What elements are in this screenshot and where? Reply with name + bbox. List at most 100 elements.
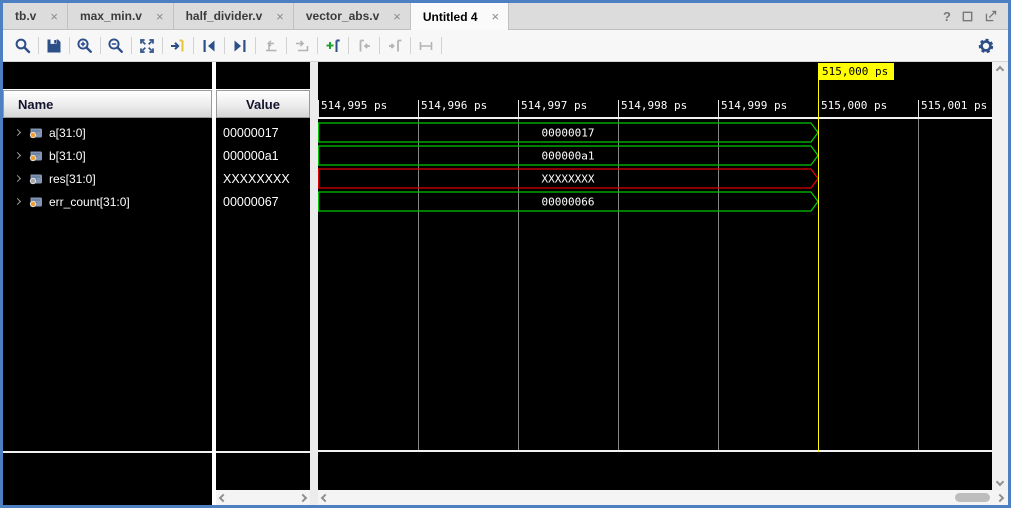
waveform-window: tb.v×max_min.v×half_divider.v×vector_abs… (0, 0, 1011, 508)
window-controls: ? (943, 3, 1008, 29)
zoom-in-icon[interactable] (73, 34, 97, 58)
previous-marker-icon (352, 34, 376, 58)
float-button[interactable] (984, 9, 998, 23)
signal-row-a-31-0[interactable]: a[31:0] (3, 121, 212, 144)
toolbar-separator (131, 37, 132, 54)
axis-tick-mark (518, 100, 519, 117)
tab-untitled-4[interactable]: Untitled 4× (411, 3, 509, 30)
toolbar-separator (379, 37, 380, 54)
bus-signal-icon (29, 127, 43, 139)
bus-value-label: 00000017 (542, 127, 595, 140)
value-panel-body: 00000017000000a1XXXXXXXX00000067 (216, 118, 310, 505)
axis-tick-label: 514,997 ps (521, 99, 587, 112)
toolbar-separator (100, 37, 101, 54)
bus-value-label: XXXXXXXX (542, 173, 595, 186)
signal-row-err-count-31-0[interactable]: err_count[31:0] (3, 190, 212, 213)
wave-hscroll-thumb[interactable] (955, 493, 990, 502)
axis-tick-mark (718, 100, 719, 117)
value-panel-bottom-line (216, 451, 310, 453)
wave-hscrollbar[interactable] (318, 490, 992, 505)
toolbar-separator (193, 37, 194, 54)
tab-bar: tb.v×max_min.v×half_divider.v×vector_abs… (3, 3, 1008, 30)
previous-transition-icon[interactable] (197, 34, 221, 58)
vscroll-down-arrow[interactable] (992, 474, 1008, 490)
bus-signal-icon (29, 173, 43, 185)
next-transition-icon[interactable] (228, 34, 252, 58)
next-marker-icon (383, 34, 407, 58)
wave-area[interactable]: 515,000 ps 514,995 ps514,996 ps514,997 p… (318, 62, 992, 505)
toolbar-separator (162, 37, 163, 54)
tab-tb-v[interactable]: tb.v× (3, 3, 68, 29)
axis-tick-mark (918, 100, 919, 117)
bus-signal-icon (29, 196, 43, 208)
wave-plot[interactable]: 00000017000000a1XXXXXXXX00000066 (318, 119, 992, 450)
tab-label: max_min.v (80, 9, 142, 23)
tab-close-icon[interactable]: × (393, 10, 401, 23)
signal-name-label: b[31:0] (49, 149, 86, 163)
tab-close-icon[interactable]: × (50, 10, 58, 23)
panel-splitter[interactable] (310, 62, 318, 505)
main-content: Name a[31:0] b[31:0] res[31:0] err_count[31… (3, 62, 1008, 505)
signal-row-b-31-0[interactable]: b[31:0] (3, 144, 212, 167)
help-button[interactable]: ? (943, 9, 951, 24)
toolbar-separator (441, 37, 442, 54)
expand-chevron-icon[interactable] (14, 152, 21, 159)
search-icon[interactable] (11, 34, 35, 58)
value-panel-top-strip (216, 62, 310, 89)
axis-tick-mark (318, 100, 319, 117)
expand-chevron-icon[interactable] (14, 129, 21, 136)
axis-tick-mark (618, 100, 619, 117)
tab-close-icon[interactable]: × (156, 10, 164, 23)
tab-max-min-v[interactable]: max_min.v × (68, 3, 174, 29)
value-column-header[interactable]: Value (216, 90, 310, 118)
vertical-scrollbar[interactable] (992, 62, 1008, 505)
tab-half-divider-v[interactable]: half_divider.v × (174, 3, 294, 29)
wave-cursor-line[interactable] (818, 80, 819, 452)
floating-ruler-icon (414, 34, 438, 58)
value-hscrollbar[interactable] (216, 490, 310, 505)
expand-chevron-icon[interactable] (14, 175, 21, 182)
signal-value-cell[interactable]: 00000017 (216, 121, 310, 144)
tab-close-icon[interactable]: × (492, 10, 500, 23)
axis-tick-mark (418, 100, 419, 117)
maximize-button[interactable] (961, 10, 974, 23)
signal-value-cell[interactable]: 000000a1 (216, 144, 310, 167)
signal-name-label: err_count[31:0] (49, 195, 130, 209)
cursor-time-badge[interactable]: 515,000 ps (818, 63, 894, 80)
snap-to-transition-icon (290, 34, 314, 58)
swap-cursors-icon (259, 34, 283, 58)
vscroll-up-arrow[interactable] (992, 62, 1008, 78)
tabs: tb.v×max_min.v×half_divider.v×vector_abs… (3, 3, 509, 29)
value-hscroll-right-arrow[interactable] (299, 493, 307, 501)
name-panel-bottom-line (3, 451, 212, 453)
tab-label: vector_abs.v (306, 9, 379, 23)
signal-value-cell[interactable]: 00000067 (216, 190, 310, 213)
vscroll-track[interactable] (992, 78, 1008, 474)
save-waveform-icon[interactable] (42, 34, 66, 58)
toolbar-separator (317, 37, 318, 54)
expand-chevron-icon[interactable] (14, 198, 21, 205)
zoom-out-icon[interactable] (104, 34, 128, 58)
go-to-time-icon[interactable] (166, 34, 190, 58)
wave-hscroll-left-arrow[interactable] (321, 493, 329, 501)
axis-tick-label: 515,001 ps (921, 99, 987, 112)
value-hscroll-left-arrow[interactable] (219, 493, 227, 501)
bus-signal-icon (29, 150, 43, 162)
name-panel-top-strip (3, 62, 212, 89)
name-header-label: Name (18, 97, 53, 112)
zoom-fit-icon[interactable] (135, 34, 159, 58)
wave-hscroll-right-arrow[interactable] (992, 490, 1008, 505)
tab-label: half_divider.v (186, 9, 263, 23)
toolbar-separator (286, 37, 287, 54)
name-column-header[interactable]: Name (3, 90, 212, 118)
tab-close-icon[interactable]: × (276, 10, 284, 23)
toolbar-separator (69, 37, 70, 54)
signal-value-cell[interactable]: XXXXXXXX (216, 167, 310, 190)
signal-row-res-31-0[interactable]: res[31:0] (3, 167, 212, 190)
axis-tick-label: 514,998 ps (621, 99, 687, 112)
add-marker-icon[interactable] (321, 34, 345, 58)
tab-vector-abs-v[interactable]: vector_abs.v × (294, 3, 411, 29)
bus-value-label: 00000066 (542, 196, 595, 209)
settings-gear-icon[interactable] (974, 34, 998, 58)
axis-tick-label: 514,996 ps (421, 99, 487, 112)
